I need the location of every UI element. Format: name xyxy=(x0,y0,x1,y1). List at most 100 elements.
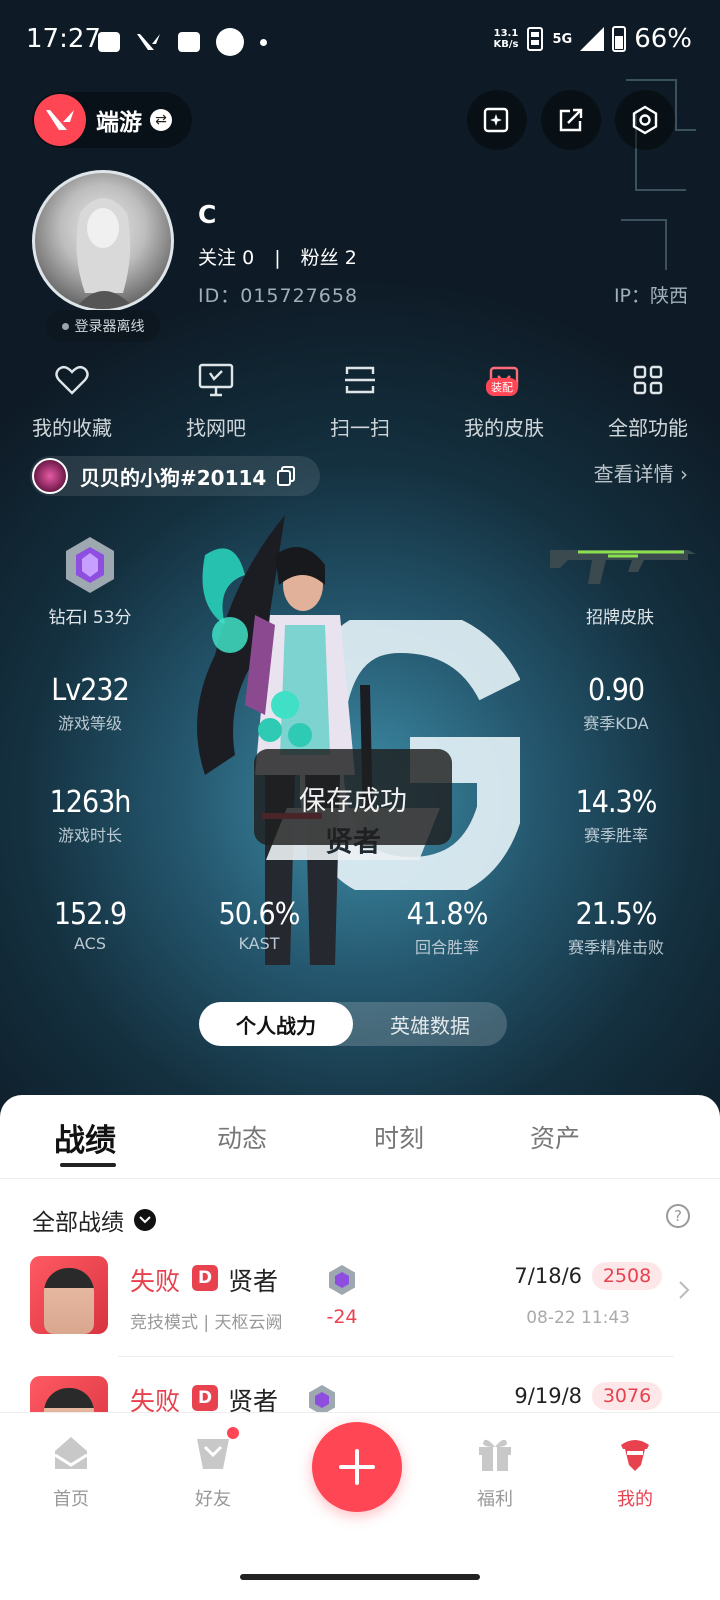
create-post-button[interactable] xyxy=(312,1422,402,1512)
home-indicator[interactable] xyxy=(240,1574,480,1580)
username: C xyxy=(198,200,217,229)
nav-friends[interactable]: 好友 xyxy=(168,1427,258,1511)
message-icon xyxy=(98,32,120,52)
nav-welfare[interactable]: 福利 xyxy=(450,1433,540,1511)
settings-hexagon-icon xyxy=(632,105,658,135)
notification-icons xyxy=(98,28,267,56)
action-favorites[interactable]: 我的收藏 xyxy=(0,360,144,441)
match-score-badge: 2508 xyxy=(592,1262,662,1290)
share-button[interactable] xyxy=(541,90,601,150)
action-scan[interactable]: 扫一扫 xyxy=(288,360,432,441)
action-my-skins[interactable]: 装配 我的皮肤 xyxy=(432,360,576,441)
system-status: 13.1 KB/s 5G 66% xyxy=(494,24,693,54)
profile-agent-icon xyxy=(615,1433,655,1473)
match-agent: 贤者 xyxy=(228,1267,279,1296)
valorant-logo-icon xyxy=(34,94,86,146)
player-tag: 贝贝的小狗#20114 xyxy=(30,456,320,496)
stat-kda: 0.90 赛季KDA xyxy=(583,673,649,733)
valorant-notify-icon xyxy=(137,34,160,50)
gift-icon xyxy=(475,1433,515,1473)
match-row[interactable]: 失败 D 贤者 竞技模式 | 天枢云阙 -24 7/18/6 2508 08-2… xyxy=(0,1256,720,1357)
content-tabs: 战绩 动态 时刻 资产 xyxy=(0,1095,720,1179)
avatar[interactable] xyxy=(32,170,174,312)
active-tab-indicator xyxy=(60,1163,116,1167)
share-icon xyxy=(559,108,583,132)
stat-precision-kills: 21.5% 赛季精准击败 xyxy=(567,897,664,957)
status-time: 17:27 xyxy=(26,24,101,54)
chevron-down-icon xyxy=(134,1209,156,1231)
battery-percent: 66% xyxy=(634,24,692,54)
scan-icon xyxy=(340,360,380,400)
player-card-icon xyxy=(32,458,68,494)
following-link[interactable]: 关注 0 xyxy=(198,247,254,269)
more-dot-icon xyxy=(260,38,267,46)
grid-icon xyxy=(628,360,668,400)
diamond-rank-icon xyxy=(66,537,114,593)
tab-records[interactable]: 战绩 xyxy=(54,1115,116,1160)
segment-agent-data[interactable]: 英雄数据 xyxy=(353,1002,507,1046)
records-filter-dropdown[interactable]: 全部战绩 xyxy=(32,1203,156,1237)
match-kda: 7/18/6 xyxy=(514,1264,582,1288)
plus-icon xyxy=(339,1449,375,1485)
view-details-link[interactable]: 查看详情 › xyxy=(594,458,688,487)
stat-level: Lv232 游戏等级 xyxy=(51,673,130,733)
match-mode-map: 竞技模式 | 天枢云阙 xyxy=(130,1313,283,1333)
stat-round-winrate: 41.8% 回合胜率 xyxy=(406,897,489,957)
home-icon xyxy=(51,1433,91,1473)
stat-season-winrate: 14.3% 赛季胜率 xyxy=(575,785,658,845)
battery-icon xyxy=(612,26,627,52)
match-kda: 9/19/8 xyxy=(514,1384,582,1408)
rifle-skin-icon[interactable] xyxy=(548,538,698,588)
help-icon[interactable]: ? xyxy=(666,1204,690,1228)
match-grade-badge: D xyxy=(192,1385,218,1411)
friends-icon xyxy=(193,1427,239,1473)
tab-activity[interactable]: 动态 xyxy=(217,1119,267,1155)
skin-icon: 装配 xyxy=(484,360,524,400)
monitor-icon xyxy=(196,360,236,400)
nav-home[interactable]: 首页 xyxy=(26,1433,116,1511)
match-time: 08-22 11:43 xyxy=(526,1308,630,1328)
rank-label: 钻石I 53分 xyxy=(48,608,132,628)
customize-card-button[interactable] xyxy=(467,90,527,150)
net-speed: 13.1 KB/s xyxy=(493,28,519,50)
row-divider xyxy=(118,1356,674,1357)
chevron-right-icon xyxy=(679,1281,690,1299)
separator: | xyxy=(274,247,281,269)
save-success-toast: 保存成功 xyxy=(254,749,452,845)
status-dot xyxy=(61,322,69,330)
stat-play-hours: 1263h 游戏时长 xyxy=(49,785,132,845)
login-status-badge: 登录器离线 xyxy=(46,310,160,342)
edit-card-icon xyxy=(483,107,509,133)
stat-acs: 152.9 ACS xyxy=(53,897,127,953)
stat-kast: 50.6% KAST xyxy=(218,897,301,953)
segment-personal-power[interactable]: 个人战力 xyxy=(199,1002,353,1046)
avatar-portrait xyxy=(75,198,135,309)
quick-actions: 我的收藏 找网吧 扫一扫 装配 我的皮肤 全部功能 xyxy=(0,360,720,441)
settings-button[interactable] xyxy=(615,90,675,150)
notification-dot xyxy=(227,1427,239,1439)
signal-icon xyxy=(580,27,605,51)
fans-link[interactable]: 粉丝 2 xyxy=(301,247,357,269)
tab-moments[interactable]: 时刻 xyxy=(374,1119,424,1155)
heart-icon xyxy=(52,360,92,400)
copy-icon[interactable] xyxy=(276,465,296,487)
tab-assets[interactable]: 资产 xyxy=(530,1119,580,1155)
agent-avatar xyxy=(30,1256,108,1334)
stats-segment-control: 个人战力 英雄数据 xyxy=(199,1002,507,1046)
mail-icon xyxy=(178,32,200,52)
action-find-netcafe[interactable]: 找网吧 xyxy=(144,360,288,441)
skin-label: 招牌皮肤 xyxy=(586,608,654,628)
follow-stats: 关注 0 | 粉丝 2 xyxy=(198,243,357,270)
status-bar: 17:27 13.1 KB/s 5G 66% xyxy=(0,0,720,80)
game-switcher[interactable]: 端游 ⇄ xyxy=(32,92,192,148)
calendar-icon xyxy=(216,28,244,56)
rank-icon xyxy=(329,1265,355,1295)
nav-profile[interactable]: 我的 xyxy=(590,1433,680,1511)
action-all-features[interactable]: 全部功能 xyxy=(576,360,720,441)
swap-icon: ⇄ xyxy=(150,109,172,131)
riot-id: 贝贝的小狗#20114 xyxy=(80,465,267,490)
equip-badge: 装配 xyxy=(486,378,518,396)
network-type: 5G xyxy=(552,31,573,47)
vibrate-icon xyxy=(527,27,544,51)
match-result: 失败 xyxy=(130,1267,181,1296)
